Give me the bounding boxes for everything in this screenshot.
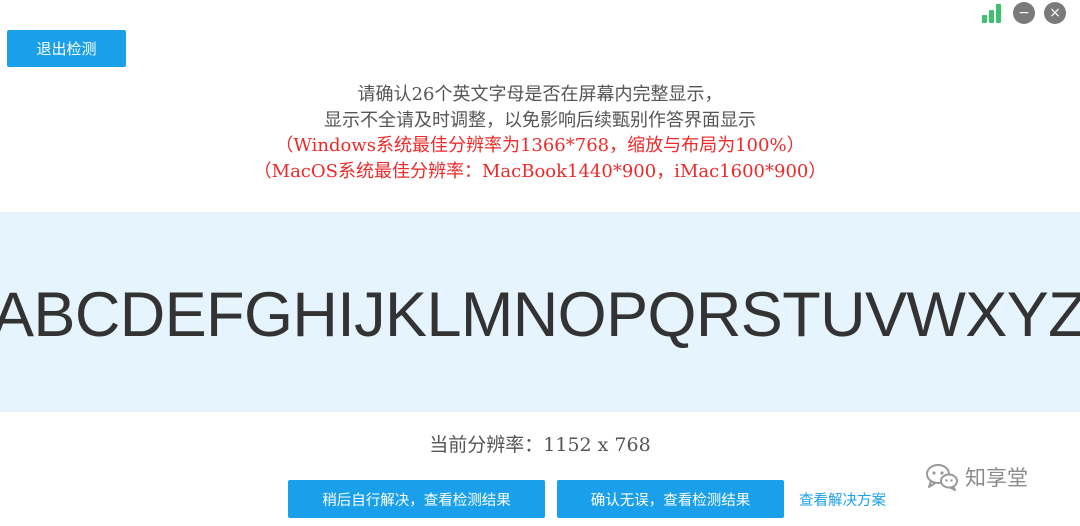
watermark-text: 知享堂 bbox=[965, 466, 1028, 490]
window-controls: − × bbox=[982, 2, 1066, 24]
exit-detection-button[interactable]: 退出检测 bbox=[7, 30, 126, 67]
confirm-button[interactable]: 确认无误，查看检测结果 bbox=[557, 480, 784, 518]
signal-bars-icon bbox=[982, 3, 1004, 23]
instructions: 请确认26个英文字母是否在屏幕内完整显示， 显示不全请及时调整，以免影响后续甄别… bbox=[0, 82, 1080, 184]
alphabet-display-band: ABCDEFGHIJKLMNOPQRSTUVWXYZ bbox=[0, 212, 1080, 412]
current-resolution: 当前分辨率：1152 x 768 bbox=[429, 434, 651, 456]
instruction-line-2: 显示不全请及时调整，以免影响后续甄别作答界面显示 bbox=[324, 109, 756, 131]
watermark: 知享堂 bbox=[925, 462, 1028, 492]
minimize-icon: − bbox=[1018, 5, 1030, 21]
close-button[interactable]: × bbox=[1044, 2, 1066, 24]
minimize-button[interactable]: − bbox=[1013, 2, 1035, 24]
alphabet-text: ABCDEFGHIJKLMNOPQRSTUVWXYZ bbox=[0, 280, 1080, 350]
close-icon: × bbox=[1049, 5, 1061, 21]
macos-resolution-note: （MacOS系统最佳分辨率：MacBook1440*900，iMac1600*9… bbox=[253, 160, 827, 182]
resolve-later-button[interactable]: 稍后自行解决，查看检测结果 bbox=[288, 480, 545, 518]
windows-resolution-note: （Windows系统最佳分辨率为1366*768，缩放与布局为100%） bbox=[275, 135, 805, 156]
wechat-icon bbox=[926, 464, 958, 491]
view-solution-link[interactable]: 查看解决方案 bbox=[799, 489, 886, 510]
instruction-line-1: 请确认26个英文字母是否在屏幕内完整显示， bbox=[357, 84, 723, 105]
